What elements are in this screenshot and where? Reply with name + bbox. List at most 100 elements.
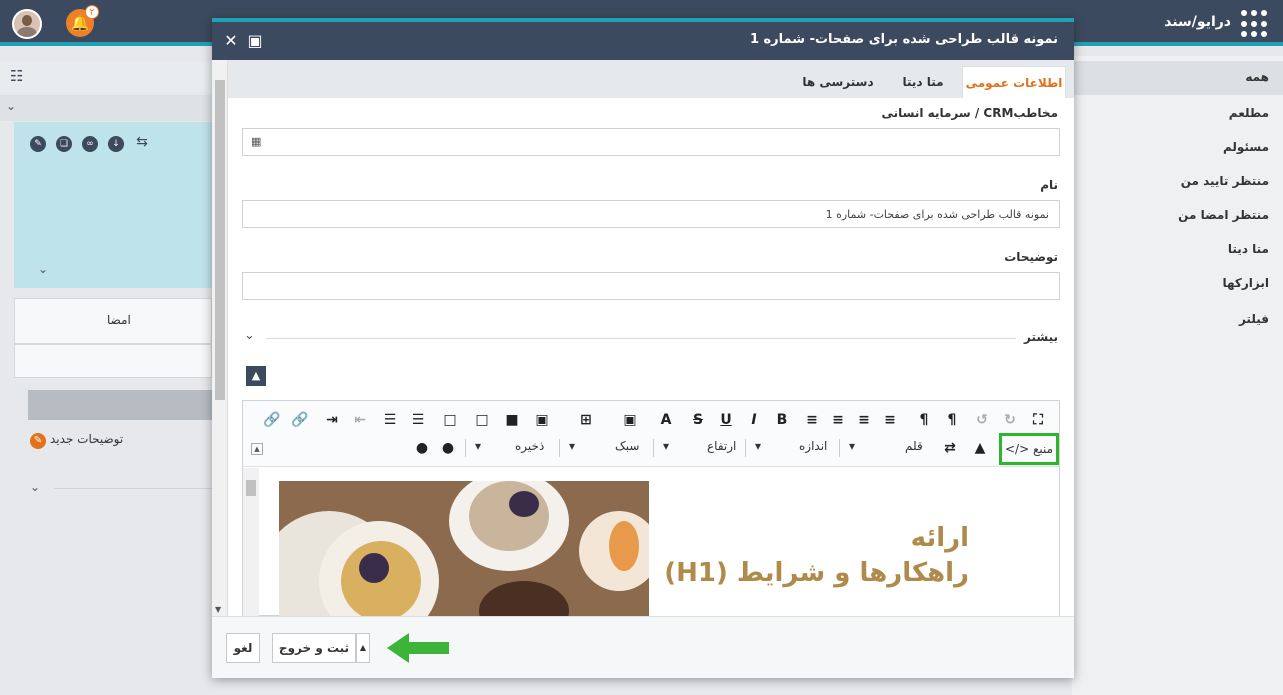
collapse-up-button[interactable]: ▲ bbox=[246, 366, 266, 386]
sitemap-icon[interactable]: ☷ bbox=[10, 67, 23, 85]
undo-icon[interactable]: ↺ bbox=[973, 411, 991, 429]
style-dropdown-arrow[interactable]: ▾ bbox=[569, 439, 575, 453]
cancel-button[interactable]: لغو bbox=[226, 633, 260, 663]
scroll-down-icon[interactable]: ▼ bbox=[215, 605, 221, 614]
nav-item-responsible[interactable]: مسئولم bbox=[1223, 140, 1269, 154]
user-avatar[interactable] bbox=[12, 9, 42, 39]
divider bbox=[54, 488, 212, 489]
size-dropdown-arrow[interactable]: ▾ bbox=[755, 439, 761, 453]
chevron-down-icon[interactable]: ⌄ bbox=[6, 99, 16, 113]
contact-label: مخاطبCRM / سرمایه انسانی bbox=[881, 106, 1058, 120]
left-empty-box bbox=[14, 344, 212, 378]
sign-label[interactable]: امضا bbox=[107, 313, 131, 327]
copy-icon[interactable]: ❏ bbox=[56, 136, 72, 152]
save-dropdown-arrow[interactable]: ▾ bbox=[475, 439, 481, 453]
file-icon[interactable]: □ bbox=[473, 411, 491, 429]
paste-icon[interactable]: □ bbox=[441, 411, 459, 429]
dialog-scrollbar[interactable]: ▼ bbox=[212, 60, 228, 616]
description-label: توضیحات bbox=[1004, 250, 1058, 264]
dialog-scroll-thumb[interactable] bbox=[215, 80, 225, 400]
editor-scrollbar[interactable] bbox=[243, 468, 259, 616]
font-dropdown[interactable]: قلم bbox=[905, 439, 923, 453]
document-dialog: ✕ ▣ نمونه قالب طراحی شده برای صفحات- شما… bbox=[212, 18, 1074, 678]
left-teal-panel: ✎ ❏ ∞ ↓ ⇆ ⌄ bbox=[14, 122, 212, 288]
align-center-icon[interactable]: ≡ bbox=[855, 411, 873, 429]
save-dropdown[interactable]: ذخیره bbox=[515, 439, 544, 453]
style-dropdown[interactable]: سبک bbox=[615, 439, 639, 453]
edit-icon[interactable]: ✎ bbox=[30, 136, 46, 152]
new-note[interactable]: ✎ توضیحات جدید bbox=[30, 432, 123, 449]
rtl-icon[interactable]: ¶ bbox=[943, 411, 961, 429]
microphone-icon[interactable]: ● bbox=[439, 439, 457, 457]
download-icon[interactable]: ↓ bbox=[108, 136, 124, 152]
editor-content[interactable]: ارائه راهکارها و شرایط (H1) bbox=[279, 481, 1059, 616]
more-divider bbox=[266, 338, 1016, 339]
editor-toolbar: ⛶ ↻ ↺ ¶ ¶ ≡ ≡ ≡ ≡ B I U S A ▣ ⊞ ▣ ■ □ □ bbox=[243, 401, 1059, 467]
right-navigation: همه مطلعم مسئولم منتظر تایید من منتظر ام… bbox=[1072, 56, 1283, 695]
height-dropdown[interactable]: ارتفاع bbox=[707, 439, 736, 453]
tab-metadata[interactable]: متا دیتا bbox=[888, 66, 958, 98]
source-label: منبع bbox=[1032, 442, 1054, 456]
name-input[interactable] bbox=[242, 200, 1060, 228]
chevron-down-icon[interactable]: ⌄ bbox=[30, 480, 40, 494]
nav-item-awaiting-signature[interactable]: منتظر امضا من bbox=[1178, 208, 1269, 222]
lookup-icon[interactable]: ▦ bbox=[251, 135, 261, 148]
save-doc-icon[interactable]: ■ bbox=[503, 411, 521, 429]
tab-access[interactable]: دسترسی ها bbox=[796, 66, 880, 98]
source-button[interactable]: منبع </> bbox=[999, 433, 1059, 465]
bg-color-icon[interactable]: ▣ bbox=[621, 411, 639, 429]
link-icon[interactable]: ∞ bbox=[82, 136, 98, 152]
image-icon[interactable]: ▣ bbox=[533, 411, 551, 429]
nav-item-all[interactable]: همه bbox=[1245, 70, 1269, 84]
close-icon[interactable]: ✕ bbox=[222, 32, 240, 50]
maximize-icon[interactable]: ▣ bbox=[246, 32, 264, 50]
nav-item-informed[interactable]: مطلعم bbox=[1229, 106, 1269, 120]
underline-icon[interactable]: U bbox=[717, 411, 735, 429]
outdent-icon[interactable]: ⇤ bbox=[351, 411, 369, 429]
toolbar-separator bbox=[653, 439, 654, 457]
nav-item-metadata[interactable]: متا دیتا bbox=[1228, 242, 1269, 256]
shuffle-icon[interactable]: ⇄ bbox=[941, 439, 959, 457]
submit-options-arrow[interactable]: ▲ bbox=[356, 633, 370, 663]
align-left-icon[interactable]: ≡ bbox=[803, 411, 821, 429]
toolbar-separator bbox=[559, 439, 560, 457]
redo-icon[interactable]: ↻ bbox=[1001, 411, 1019, 429]
app-brand[interactable]: درایو/سند bbox=[1164, 14, 1231, 30]
size-dropdown[interactable]: اندازه bbox=[799, 439, 827, 453]
headline-line-1: ارائه bbox=[910, 523, 969, 553]
nav-item-widgets[interactable]: ابزارکها bbox=[1222, 276, 1269, 290]
text-color-icon[interactable]: A bbox=[657, 411, 675, 429]
fullscreen-icon[interactable]: ⛶ bbox=[1029, 411, 1047, 429]
content-headline: ارائه راهکارها و شرایط (H1) bbox=[664, 521, 969, 591]
submit-exit-button[interactable]: ثبت و خروج bbox=[272, 633, 356, 663]
refresh-icon[interactable]: ⇆ bbox=[134, 134, 150, 150]
description-input[interactable] bbox=[242, 272, 1060, 300]
bulleted-list-icon[interactable]: ☰ bbox=[381, 411, 399, 429]
toolbar-collapse-icon[interactable]: ▲ bbox=[251, 443, 263, 455]
apps-grid-icon[interactable] bbox=[1241, 10, 1269, 38]
align-right-icon[interactable]: ≡ bbox=[829, 411, 847, 429]
tab-general-info[interactable]: اطلاعات عمومی bbox=[962, 66, 1066, 98]
microphone-settings-icon[interactable]: ● bbox=[413, 439, 431, 457]
indent-icon[interactable]: ⇥ bbox=[323, 411, 341, 429]
chevron-down-icon[interactable]: ⌄ bbox=[38, 262, 48, 276]
link-icon[interactable]: 🔗 bbox=[291, 411, 309, 429]
chevron-down-icon[interactable]: ⌄ bbox=[244, 328, 255, 343]
unlink-icon[interactable]: 🔗 bbox=[263, 411, 281, 429]
contact-field[interactable]: ▦ bbox=[242, 128, 1060, 156]
nav-item-awaiting-approval[interactable]: منتظر تایید من bbox=[1181, 174, 1269, 188]
more-label[interactable]: بیشتر bbox=[1024, 330, 1058, 344]
italic-icon[interactable]: I bbox=[745, 411, 763, 429]
editor-scroll-thumb[interactable] bbox=[246, 480, 256, 496]
height-dropdown-arrow[interactable]: ▾ bbox=[663, 439, 669, 453]
strikethrough-icon[interactable]: S bbox=[689, 411, 707, 429]
clear-format-icon[interactable]: ▲ bbox=[971, 439, 989, 457]
bold-icon[interactable]: B bbox=[773, 411, 791, 429]
align-justify-icon[interactable]: ≡ bbox=[881, 411, 899, 429]
rich-text-editor: ⛶ ↻ ↺ ¶ ¶ ≡ ≡ ≡ ≡ B I U S A ▣ ⊞ ▣ ■ □ □ bbox=[242, 400, 1060, 616]
ltr-icon[interactable]: ¶ bbox=[915, 411, 933, 429]
font-dropdown-arrow[interactable]: ▾ bbox=[849, 439, 855, 453]
nav-item-filter[interactable]: فیلتر bbox=[1239, 312, 1269, 326]
table-icon[interactable]: ⊞ bbox=[577, 411, 595, 429]
numbered-list-icon[interactable]: ☰ bbox=[409, 411, 427, 429]
